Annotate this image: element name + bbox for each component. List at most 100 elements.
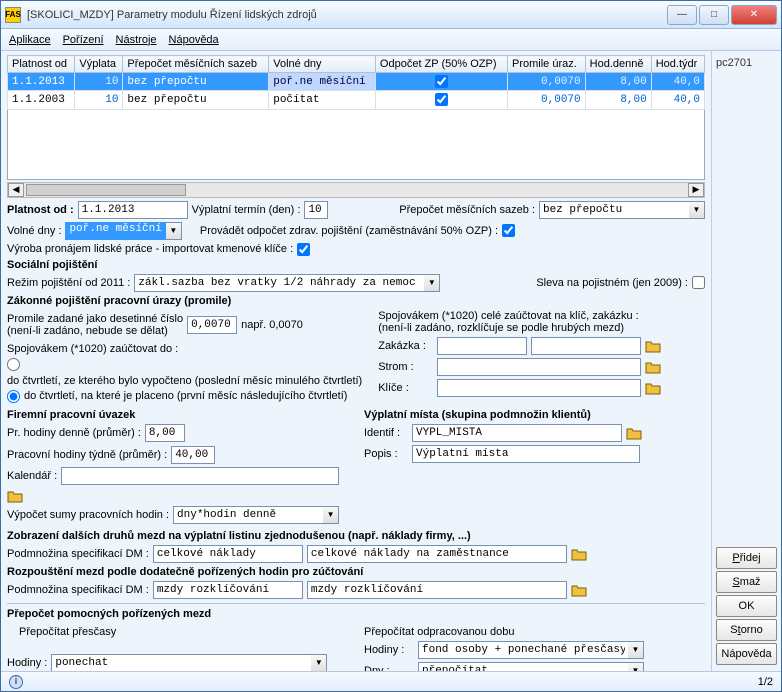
folder-icon[interactable] [7,489,23,503]
dropdown-icon[interactable]: ▼ [311,654,327,671]
dropdown-icon[interactable]: ▼ [628,641,644,659]
row-odpocet-checkbox[interactable] [435,93,448,106]
col-odpocet[interactable]: Odpočet ZP (50% OZP) [375,56,507,73]
folder-icon[interactable] [571,583,587,597]
rezim-select[interactable] [134,274,424,292]
data-grid[interactable]: Platnost od Výplata Přepočet měsíčních s… [7,55,705,110]
help-button[interactable]: Nápověda [716,643,777,665]
odpocet-label: Provádět odpočet zdrav. pojištění (zaměs… [200,225,498,237]
grid-hscroll[interactable]: ◀ ▶ [7,182,705,198]
maximize-button[interactable]: □ [699,5,729,25]
promile-example: např. 0,0070 [241,319,303,331]
prep-odpr-label: Přepočítat odpracovanou dobu [364,626,514,638]
add-button[interactable]: PPřidejřidej [716,547,777,569]
zakazka-label: Zakázka : [378,340,433,352]
dny-select[interactable] [418,662,628,671]
podm2-label: Podmnožina specifikací DM : [7,584,149,596]
hodiny-label: Hodiny : [7,657,47,669]
col-hodt[interactable]: Hod.týdr [651,56,704,73]
rozp1-input[interactable] [153,581,303,599]
folder-icon[interactable] [645,360,661,374]
table-row[interactable]: 1.1.200310bez přepočtupočítat0,00708,004… [8,91,705,109]
folder-icon[interactable] [571,547,587,561]
rozp2-input[interactable] [307,581,567,599]
opt2-radio[interactable] [7,390,20,403]
podm2-input[interactable] [307,545,567,563]
col-prepocet[interactable]: Přepočet měsíčních sazeb [123,56,269,73]
dropdown-icon[interactable]: ▼ [424,274,440,292]
podm-label: Podmnožina specifikací DM : [7,548,149,560]
table-row[interactable]: 1.1.201310bez přepočtupoř.ne měsíční0,00… [8,73,705,91]
popis-input[interactable] [412,445,640,463]
scroll-right-icon[interactable]: ▶ [688,183,704,197]
dropdown-icon[interactable]: ▼ [166,222,182,240]
promile-input[interactable] [187,316,237,334]
minimize-button[interactable]: — [667,5,697,25]
folder-icon[interactable] [645,339,661,353]
storno-button[interactable]: Storno [716,619,777,641]
delete-button[interactable]: Smaž [716,571,777,593]
hodiny-select[interactable] [51,654,311,671]
col-vyplata[interactable]: Výplata [75,56,123,73]
pc-label: pc2701 [716,57,777,69]
menu-porizeni[interactable]: Pořízení [63,34,104,46]
volne-select[interactable]: poř.ne měsíční [65,222,165,240]
prep-pres-label: Přepočítat přesčasy [19,626,116,638]
sleva-label: Sleva na pojistném (jen 2009) : [536,277,688,289]
odpocet-checkbox[interactable] [502,224,515,237]
folder-icon[interactable] [626,426,642,440]
window-title: [SKOLICI_MZDY] Parametry modulu Řízení l… [27,9,667,21]
statusbar: i 1/2 [1,671,781,691]
prhod-label: Pr. hodiny denně (průměr) : [7,427,141,439]
menu-napoveda[interactable]: Nápověda [169,34,219,46]
platnost-label: Platnost od : [7,204,74,216]
close-button[interactable]: ✕ [731,5,777,25]
rezim-label: Režim pojištění od 2011 : [7,277,130,289]
klice-input[interactable] [437,379,641,397]
popis-label: Popis : [364,448,408,460]
prach-input[interactable] [171,446,215,464]
main-panel: Platnost od Výplata Přepočet měsíčních s… [1,51,711,671]
vypsum-label: Výpočet sumy pracovních hodin : [7,509,169,521]
strom-label: Strom : [378,361,433,373]
zakazka-input[interactable] [437,337,527,355]
vyplatni-input[interactable] [304,201,328,219]
promile-label1: Promile zadané jako desetinné číslo [7,313,183,325]
col-hodd[interactable]: Hod.denně [585,56,651,73]
kalendar-input[interactable] [61,467,339,485]
prhod-input[interactable] [145,424,185,442]
spoj-label2: (není-li zadáno, rozklíčuje se podle hru… [378,322,705,334]
menu-nastroje[interactable]: Nástroje [116,34,157,46]
scroll-left-icon[interactable]: ◀ [8,183,24,197]
vyroba-checkbox[interactable] [297,243,310,256]
platnost-input[interactable] [78,201,188,219]
dropdown-icon[interactable]: ▼ [628,662,644,671]
col-promile[interactable]: Promile úraz. [508,56,586,73]
col-platnost[interactable]: Platnost od [8,56,75,73]
prepocet-select[interactable] [539,201,689,219]
strom-input[interactable] [437,358,641,376]
hod2-select[interactable] [418,641,628,659]
zakazka-input2[interactable] [531,337,641,355]
ident-input[interactable] [412,424,622,442]
klice-label: Klíče : [378,382,433,394]
scroll-thumb[interactable] [26,184,186,196]
app-icon: FAS [5,7,21,23]
podm1-input[interactable] [153,545,303,563]
menu-aplikace[interactable]: Aplikace [9,34,51,46]
opt1-label: do čtvrtletí, ze kterého bylo vypočteno … [7,375,362,387]
hod2-label: Hodiny : [364,644,414,656]
ok-button[interactable]: OK [716,595,777,617]
dropdown-icon[interactable]: ▼ [689,201,705,219]
grid-empty [7,110,705,180]
row-odpocet-checkbox[interactable] [435,75,448,88]
opt1-radio[interactable] [7,358,20,371]
sleva-checkbox[interactable] [692,276,705,289]
ident-label: Identif : [364,427,408,439]
col-volne[interactable]: Volné dny [269,56,376,73]
vyroba-label: Výroba pronájem lidské práce - importova… [7,243,293,255]
folder-icon[interactable] [645,381,661,395]
vypsum-select[interactable] [173,506,323,524]
dropdown-icon[interactable]: ▼ [323,506,339,524]
help-icon[interactable]: i [9,675,23,689]
